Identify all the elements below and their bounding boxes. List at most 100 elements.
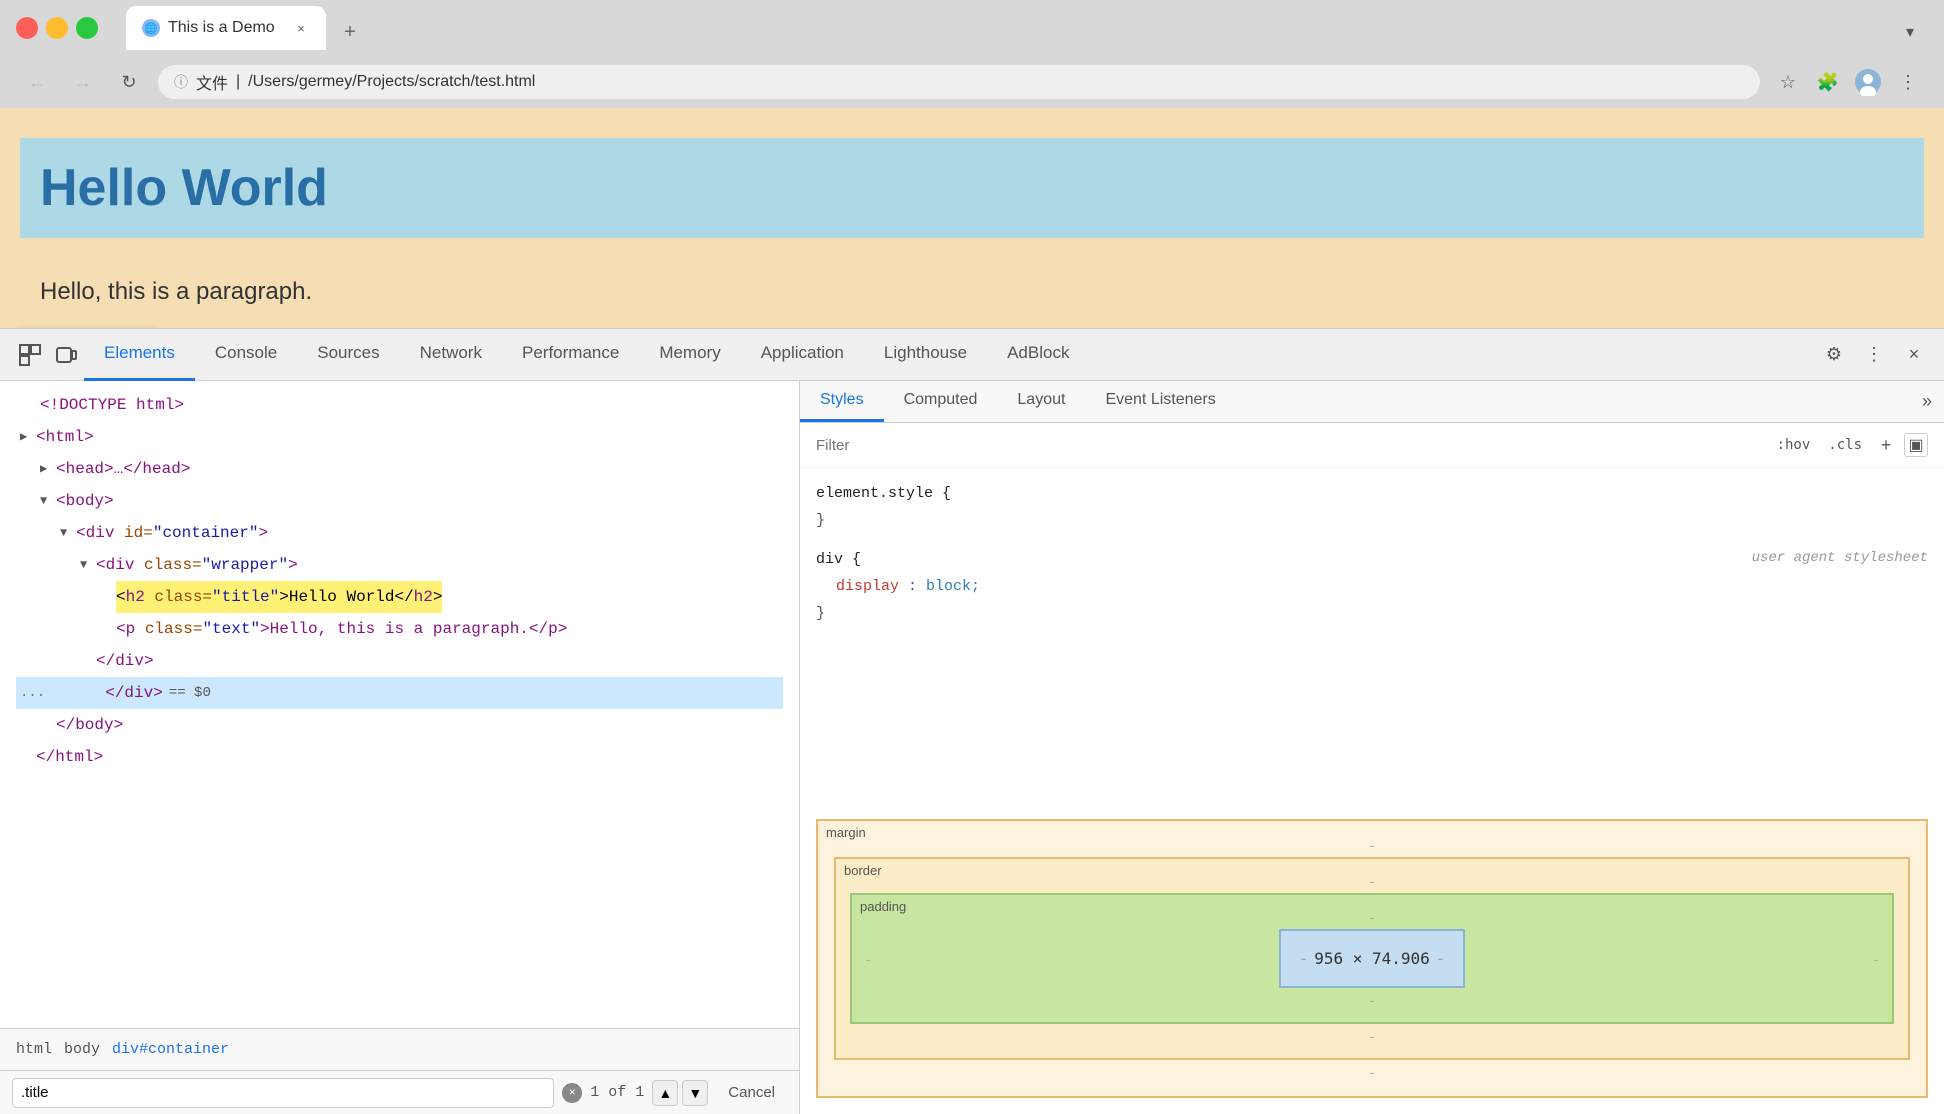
dom-search-bar: × 1 of 1 ▲ ▼ Cancel xyxy=(0,1070,799,1114)
search-cancel-button[interactable]: Cancel xyxy=(716,1080,787,1105)
search-prev-button[interactable]: ▲ xyxy=(652,1080,678,1106)
styles-tab-layout[interactable]: Layout xyxy=(997,381,1085,422)
dom-line-html[interactable]: ▶ <html> xyxy=(16,421,783,453)
margin-label: margin xyxy=(826,825,866,840)
inspector-icon[interactable] xyxy=(12,337,48,373)
box-border: border - padding - - - 956 × 74.906 xyxy=(834,857,1910,1060)
add-rule-button[interactable]: + xyxy=(1874,433,1898,457)
back-button[interactable]: ← xyxy=(20,65,54,99)
tab-dropdown-button[interactable]: ▾ xyxy=(1892,14,1928,50)
info-icon: ⓘ xyxy=(174,72,188,92)
dom-line-close-html: ▶ </html> xyxy=(16,741,783,773)
dom-line-close-div-container-selected[interactable]: ... ▶ </div> == $0 xyxy=(16,677,783,709)
devtools-body: <!DOCTYPE html> ▶ <html> ▶ <head>…</head… xyxy=(0,381,1944,1114)
dom-line-p[interactable]: ▶ <p class="text">Hello, this is a parag… xyxy=(16,613,783,645)
dom-line-close-div-wrapper: ▶ </div> xyxy=(16,645,783,677)
padding-label: padding xyxy=(860,899,906,914)
active-tab[interactable]: 🌐 This is a Demo × xyxy=(126,6,326,50)
dom-line-body[interactable]: ▼ <body> xyxy=(16,485,783,517)
tab-performance[interactable]: Performance xyxy=(502,329,639,381)
tab-adblock[interactable]: AdBlock xyxy=(987,329,1089,381)
dom-panel: <!DOCTYPE html> ▶ <html> ▶ <head>…</head… xyxy=(0,381,800,1114)
dom-line-head[interactable]: ▶ <head>…</head> xyxy=(16,453,783,485)
search-count: 1 of 1 xyxy=(590,1084,644,1101)
box-margin: margin - border - padding - - xyxy=(818,821,1926,1096)
forward-button[interactable]: → xyxy=(66,65,100,99)
tab-sources[interactable]: Sources xyxy=(297,329,399,381)
devtools-topbar: Elements Console Sources Network Perform… xyxy=(0,329,1944,381)
search-next-button[interactable]: ▼ xyxy=(682,1080,708,1106)
devtools-tabs: Elements Console Sources Network Perform… xyxy=(84,329,1816,381)
traffic-lights xyxy=(16,17,98,39)
box-right-dash: - xyxy=(1873,951,1878,967)
tab-memory[interactable]: Memory xyxy=(639,329,740,381)
breadcrumb-html[interactable]: html xyxy=(16,1041,52,1058)
box-model: margin - border - padding - - xyxy=(816,819,1928,1098)
close-button[interactable] xyxy=(16,17,38,39)
address-bar: ← → ↻ ⓘ 文件 | /Users/germey/Projects/scra… xyxy=(0,56,1944,108)
devtools-settings-button[interactable]: ⚙ xyxy=(1816,337,1852,373)
tab-network[interactable]: Network xyxy=(400,329,502,381)
device-toggle-icon[interactable] xyxy=(48,337,84,373)
dom-line-div-wrapper[interactable]: ▼ <div class="wrapper"> xyxy=(16,549,783,581)
filter-sidebar-button[interactable]: ▣ xyxy=(1904,433,1928,457)
extension-button[interactable]: 🧩 xyxy=(1812,66,1844,98)
css-rule-div: div { user agent stylesheet display : bl… xyxy=(816,546,1928,627)
search-clear-button[interactable]: × xyxy=(562,1083,582,1103)
page-heading: Hello World xyxy=(20,138,1924,238)
devtools-close-button[interactable]: × xyxy=(1896,337,1932,373)
styles-tabs: Styles Computed Layout Event Listeners » xyxy=(800,381,1944,423)
tab-application[interactable]: Application xyxy=(741,329,864,381)
toolbar-icons: ☆ 🧩 ⋮ xyxy=(1772,66,1924,98)
tab-elements[interactable]: Elements xyxy=(84,329,195,381)
maximize-button[interactable] xyxy=(76,17,98,39)
address-url: /Users/germey/Projects/scratch/test.html xyxy=(248,73,535,91)
bookmark-button[interactable]: ☆ xyxy=(1772,66,1804,98)
browser-window: 🌐 This is a Demo × + ▾ ← → ↻ ⓘ 文件 | /Use… xyxy=(0,0,1944,1114)
tab-bar: 🌐 This is a Demo × + ▾ xyxy=(126,6,1928,50)
dom-line-close-body: ▶ </body> xyxy=(16,709,783,741)
breadcrumb-container[interactable]: div#container xyxy=(112,1041,229,1058)
devtools-more-button[interactable]: ⋮ xyxy=(1856,337,1892,373)
tab-console[interactable]: Console xyxy=(195,329,297,381)
css-rules: element.style { } div { user agent style… xyxy=(800,468,1944,803)
profile-button[interactable] xyxy=(1852,66,1884,98)
tab-close-button[interactable]: × xyxy=(292,19,310,37)
devtools: Elements Console Sources Network Perform… xyxy=(0,328,1944,1114)
hov-filter-button[interactable]: :hov xyxy=(1771,435,1817,455)
devtools-right-icons: ⚙ ⋮ × xyxy=(1816,337,1932,373)
styles-tab-computed[interactable]: Computed xyxy=(884,381,998,422)
box-content-size: 956 × 74.906 xyxy=(1314,949,1430,968)
page-content-inner: Hello World xyxy=(0,108,1944,268)
filter-input[interactable] xyxy=(816,431,1763,459)
dom-line-doctype: <!DOCTYPE html> xyxy=(16,389,783,421)
box-content: - 956 × 74.906 - xyxy=(1279,929,1466,988)
address-input[interactable]: ⓘ 文件 | /Users/germey/Projects/scratch/te… xyxy=(158,65,1760,99)
page-content: Hello World Hello, this is a paragraph. … xyxy=(0,108,1944,328)
filter-bar: :hov .cls + ▣ xyxy=(800,423,1944,468)
search-nav: ▲ ▼ xyxy=(652,1080,708,1106)
cls-filter-button[interactable]: .cls xyxy=(1822,435,1868,455)
search-input[interactable] xyxy=(12,1078,554,1108)
title-bar: 🌐 This is a Demo × + ▾ xyxy=(0,0,1944,56)
page-paragraph: Hello, this is a paragraph. xyxy=(20,258,332,325)
styles-tabs-more[interactable]: » xyxy=(1910,381,1944,422)
tab-favicon: 🌐 xyxy=(142,19,160,37)
reload-button[interactable]: ↻ xyxy=(112,65,146,99)
new-tab-button[interactable]: + xyxy=(332,14,368,50)
dom-line-div-container[interactable]: ▼ <div id="container"> xyxy=(16,517,783,549)
styles-tab-styles[interactable]: Styles xyxy=(800,381,884,422)
browser-menu-button[interactable]: ⋮ xyxy=(1892,66,1924,98)
tab-lighthouse[interactable]: Lighthouse xyxy=(864,329,987,381)
breadcrumb-body[interactable]: body xyxy=(64,1041,100,1058)
css-rule-element-style: element.style { } xyxy=(816,480,1928,534)
styles-panel: Styles Computed Layout Event Listeners »… xyxy=(800,381,1944,1114)
filter-buttons: :hov .cls + ▣ xyxy=(1771,433,1928,457)
minimize-button[interactable] xyxy=(46,17,68,39)
dom-line-h2[interactable]: ▶ <h2 class="title">Hello World</h2> xyxy=(16,581,783,613)
styles-tab-event-listeners[interactable]: Event Listeners xyxy=(1085,381,1235,422)
box-padding: padding - - - 956 × 74.906 - - xyxy=(850,893,1894,1024)
address-prefix: 文件 xyxy=(196,70,228,94)
box-left-dash: - xyxy=(866,951,871,967)
address-separator: | xyxy=(236,73,240,91)
